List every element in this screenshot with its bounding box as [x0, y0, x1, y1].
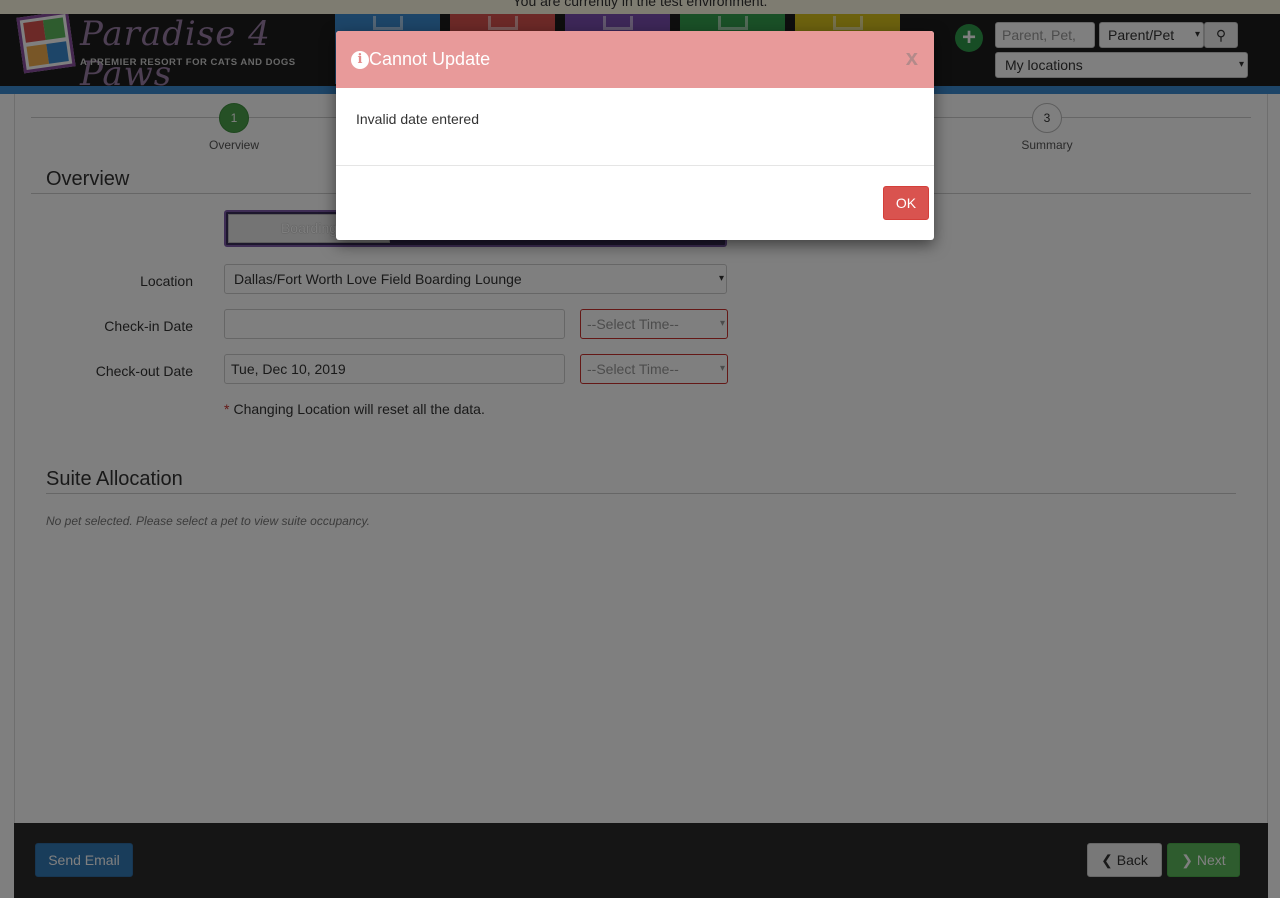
dialog-header: i Cannot Update x: [336, 31, 934, 88]
dialog-divider: [336, 165, 934, 166]
close-icon[interactable]: x: [906, 45, 918, 71]
dialog-title: Cannot Update: [369, 49, 491, 69]
dialog-message: Invalid date entered: [356, 111, 479, 127]
info-icon: i: [351, 51, 369, 69]
ok-button[interactable]: OK: [883, 186, 929, 220]
cannot-update-dialog: i Cannot Update x Invalid date entered O…: [336, 31, 934, 240]
